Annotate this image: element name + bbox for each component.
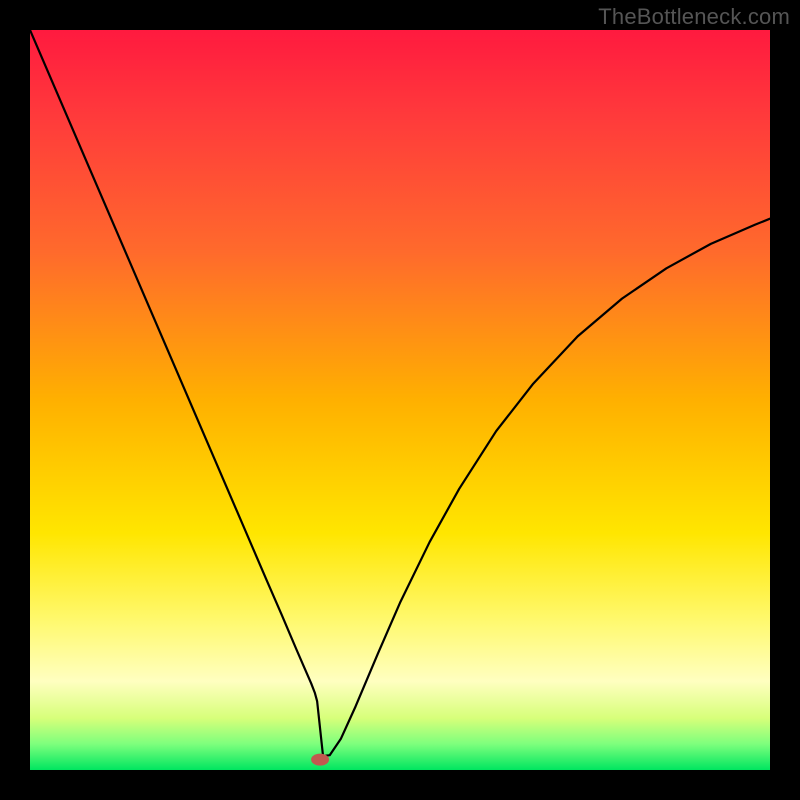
gradient-background [30, 30, 770, 770]
chart-svg [30, 30, 770, 770]
min-point-marker [311, 754, 329, 766]
outer-frame: TheBottleneck.com [0, 0, 800, 800]
plot-area [30, 30, 770, 770]
watermark-text: TheBottleneck.com [598, 4, 790, 30]
